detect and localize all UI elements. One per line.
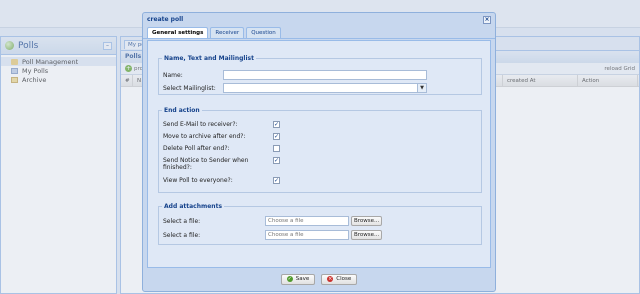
tab-receiver[interactable]: Receiver [210, 27, 245, 38]
dialog-titlebar[interactable]: create poll × [143, 13, 495, 26]
fieldset-legend: Name, Text and Mailinglist [164, 55, 254, 62]
move-archive-checkbox[interactable]: ✓ [273, 133, 280, 140]
dialog-footer: ✓ Save × Close [143, 269, 495, 289]
close-button-label: Close [336, 276, 352, 282]
file-input[interactable] [265, 230, 349, 240]
delete-poll-checkbox[interactable] [273, 145, 280, 152]
browse-button[interactable]: Browse... [351, 216, 383, 226]
fieldset-legend: Add attachments [164, 203, 223, 210]
send-email-label: Send E-Mail to receiver?: [163, 121, 238, 128]
fieldset-add-attachments: Add attachments Select a file: Browse...… [158, 203, 482, 245]
fieldset-legend: End action [164, 107, 200, 114]
browse-button[interactable]: Browse... [351, 230, 383, 240]
tab-general-settings[interactable]: General settings [147, 27, 209, 38]
save-button[interactable]: ✓ Save [280, 273, 316, 285]
delete-poll-label: Delete Poll after end?: [163, 145, 230, 152]
dialog-body: Name, Text and Mailinglist Name: Select … [147, 40, 491, 268]
dialog-tab-strip: General settings Receiver Question [143, 26, 495, 39]
view-poll-label: View Poll to everyone?: [163, 177, 233, 184]
select-file-label: Select a file: [163, 218, 201, 225]
mailinglist-select[interactable]: ▼ [223, 83, 427, 93]
create-poll-dialog: create poll × General settings Receiver … [142, 12, 496, 292]
save-button-label: Save [295, 276, 310, 282]
name-input[interactable] [223, 70, 427, 80]
fieldset-end-action: End action Send E-Mail to receiver?: ✓ M… [158, 107, 482, 193]
tab-question[interactable]: Question [246, 27, 281, 38]
fieldset-name-text-mailinglist: Name, Text and Mailinglist Name: Select … [158, 55, 482, 95]
chevron-down-icon[interactable]: ▼ [417, 84, 426, 92]
send-email-checkbox[interactable]: ✓ [273, 121, 280, 128]
check-icon: ✓ [286, 276, 293, 282]
close-button[interactable]: × Close [321, 273, 358, 285]
file-input[interactable] [265, 216, 349, 226]
send-notice-label: Send Notice to Sender when finished?: [163, 157, 249, 171]
select-file-label: Select a file: [163, 232, 201, 239]
cancel-icon: × [327, 276, 334, 282]
move-archive-label: Move to archive after end?: [163, 133, 246, 140]
dialog-title: create poll [147, 16, 184, 23]
view-poll-checkbox[interactable]: ✓ [273, 177, 280, 184]
close-icon[interactable]: × [483, 15, 491, 24]
send-notice-checkbox[interactable]: ✓ [273, 157, 280, 164]
